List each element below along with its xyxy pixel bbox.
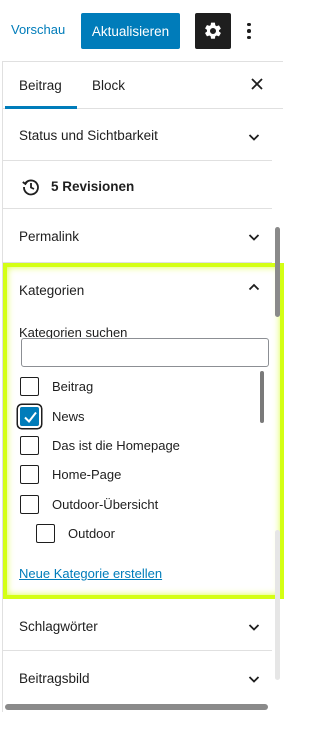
panel-featured-image-title: Beitragsbild — [19, 671, 90, 686]
chevron-down-icon — [248, 134, 260, 141]
category-item[interactable]: Beitrag — [20, 375, 93, 397]
sidebar-tabs: Beitrag Block — [3, 62, 283, 109]
category-item[interactable]: Das ist die Homepage — [20, 434, 180, 456]
panel-categories: Kategorien Kategorien suchen Beitrag New… — [3, 263, 284, 599]
category-checkbox-checked[interactable] — [18, 404, 41, 428]
chevron-down-icon — [248, 624, 260, 631]
close-icon[interactable] — [248, 75, 266, 93]
chevron-down-icon — [248, 234, 260, 241]
chevron-up-icon[interactable] — [247, 280, 261, 294]
gear-icon — [205, 22, 221, 39]
category-label: Home-Page — [52, 466, 122, 482]
category-item[interactable]: News — [18, 404, 85, 428]
checkmark-icon — [24, 411, 37, 423]
category-label: Beitrag — [52, 378, 94, 394]
settings-button[interactable] — [195, 13, 231, 49]
panel-tags[interactable]: Schlagwörter — [3, 599, 272, 651]
panel-status-title: Status und Sichtbarkeit — [19, 128, 158, 143]
sidebar-scroll-thumb[interactable] — [275, 227, 280, 317]
update-button[interactable]: Aktualisieren — [81, 13, 180, 49]
category-item[interactable]: Outdoor — [36, 522, 115, 544]
sidebar-scroll-track[interactable] — [275, 530, 280, 680]
category-checkbox[interactable] — [20, 464, 39, 484]
category-checkbox[interactable] — [20, 494, 39, 514]
revisions-label: 5 Revisionen — [51, 179, 135, 194]
category-list-scroll-thumb[interactable] — [260, 371, 264, 423]
panel-revisions[interactable]: 5 Revisionen — [3, 161, 272, 209]
category-label: Outdoor-Übersicht — [52, 496, 159, 512]
panel-featured-image[interactable]: Beitragsbild — [3, 651, 272, 703]
category-search-input[interactable] — [21, 338, 269, 367]
category-checkbox[interactable] — [20, 435, 39, 455]
settings-sidebar: Beitrag Block Status und Sichtbarkeit 5 … — [2, 61, 284, 712]
category-list-scrollbar[interactable] — [260, 371, 264, 556]
chevron-down-icon — [248, 676, 260, 683]
editor-toolbar: Vorschau Aktualisieren — [0, 0, 283, 62]
category-checkbox[interactable] — [20, 376, 39, 396]
horizontal-scrollbar[interactable] — [5, 704, 268, 710]
category-checkbox[interactable] — [36, 523, 55, 543]
panel-tags-title: Schlagwörter — [19, 619, 98, 634]
tab-post[interactable]: Beitrag — [19, 78, 62, 93]
preview-button[interactable]: Vorschau — [11, 22, 65, 37]
history-icon — [22, 179, 39, 196]
category-label: Outdoor — [68, 525, 115, 541]
panel-permalink-title: Permalink — [19, 229, 80, 244]
panel-status[interactable]: Status und Sichtbarkeit — [3, 110, 272, 161]
category-label: News — [52, 408, 85, 424]
panel-permalink[interactable]: Permalink — [3, 209, 272, 263]
panel-categories-title[interactable]: Kategorien — [19, 283, 84, 298]
category-item[interactable]: Home-Page — [20, 463, 121, 485]
active-tab-indicator — [5, 106, 77, 109]
add-new-category-link[interactable]: Neue Kategorie erstellen — [19, 566, 162, 581]
more-vertical-icon — [247, 22, 251, 27]
category-label: Das ist die Homepage — [52, 437, 180, 453]
category-list: Beitrag News Das ist die Homepage Home-P… — [3, 371, 263, 551]
category-item[interactable]: Outdoor-Übersicht — [20, 493, 158, 515]
more-options-button[interactable] — [240, 18, 258, 44]
tab-block[interactable]: Block — [92, 78, 125, 93]
